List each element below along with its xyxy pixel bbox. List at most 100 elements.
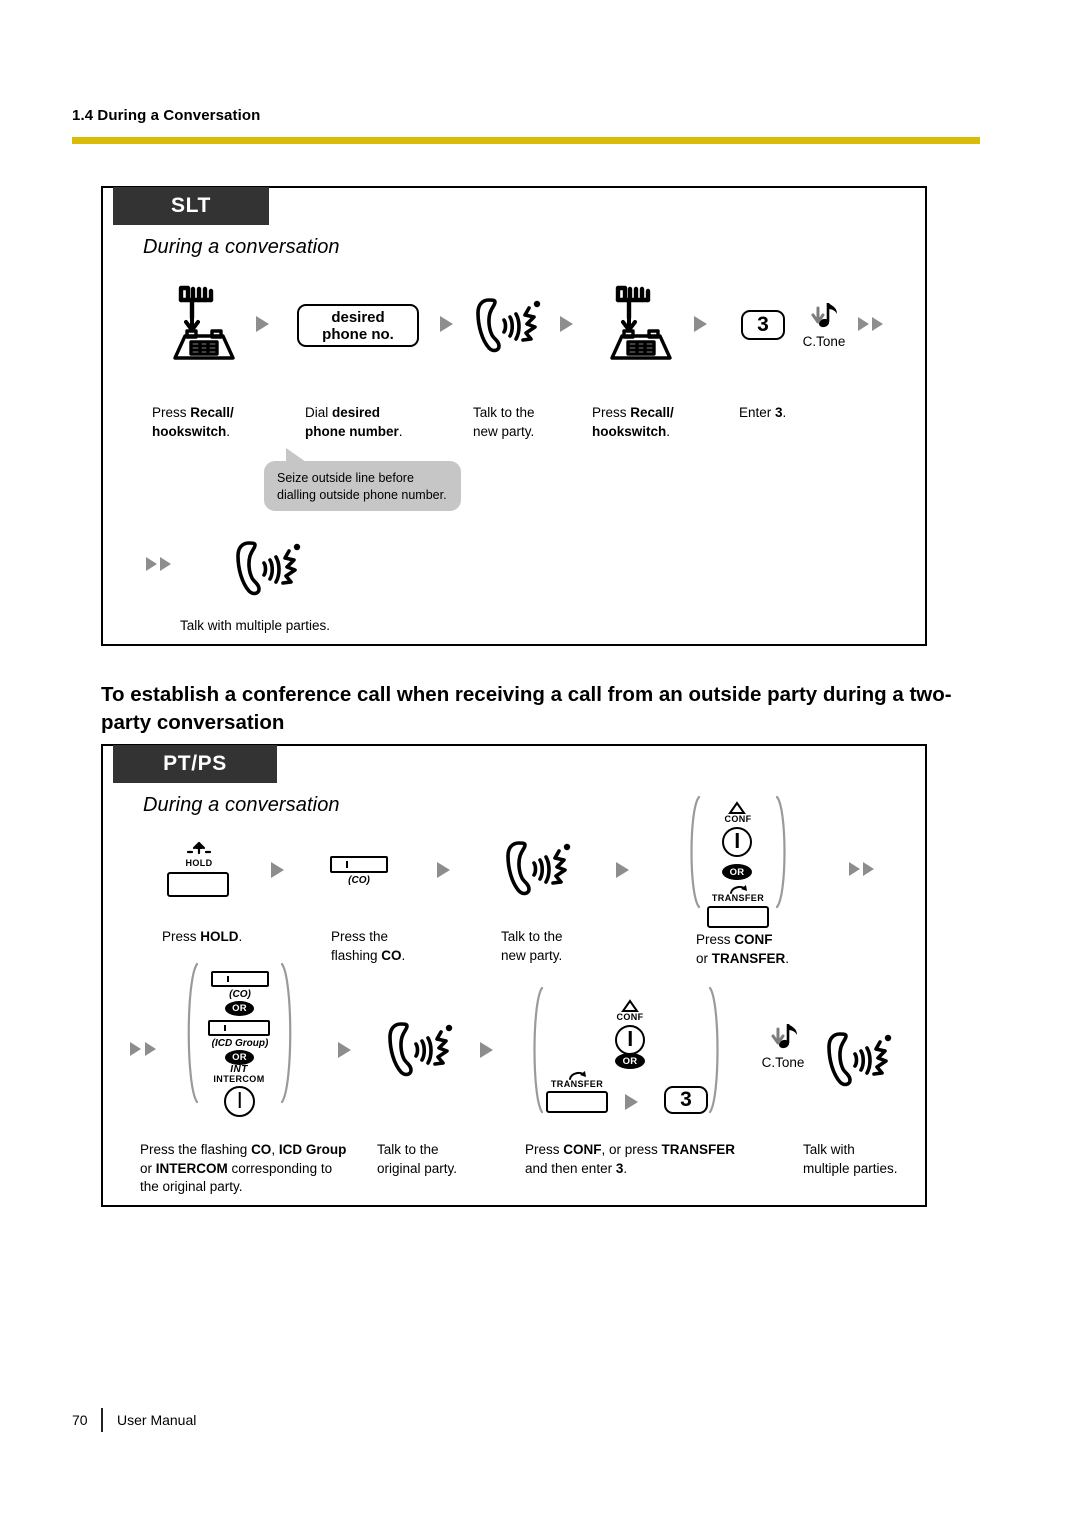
cap-line: phone number. (305, 423, 403, 439)
or-separator-1: OR (722, 864, 752, 880)
conf-triangle-icon (728, 801, 746, 814)
cap-line: new party. (501, 947, 563, 963)
key-line-2: phone no. (322, 325, 394, 343)
cap-line: Press the flashing CO, ICD Group (140, 1142, 347, 1157)
key-line-1: desired (331, 308, 385, 326)
pt2-arrow-1 (338, 1042, 351, 1058)
pt-caption-4: Press CONF or TRANSFER. (696, 931, 876, 968)
or-separator-2: OR (225, 1001, 254, 1016)
cap-line: the original party. (140, 1179, 243, 1194)
cap-line: Press the (331, 929, 389, 944)
conf-button-2[interactable] (615, 1025, 645, 1055)
c-tone-label-2: C.Tone (761, 1055, 805, 1070)
cap-line: new party. (473, 423, 535, 439)
section-heading: To establish a conference call when rece… (101, 683, 952, 734)
cap-line: Press CONF, or press TRANSFER (525, 1142, 736, 1157)
cap-line: Talk to the (501, 929, 563, 944)
cap-line: or TRANSFER. (696, 950, 790, 966)
cap-line: and then enter 3. (525, 1160, 628, 1176)
ptps-subtitle: During a conversation (143, 794, 340, 816)
conf-key-label: CONF (724, 814, 752, 824)
transfer-button[interactable] (707, 906, 769, 928)
pt-arrow-4a (849, 862, 860, 876)
slt-caption-5: Enter 3. (739, 404, 869, 423)
slt-caption-4: Press Recall/ hookswitch. (592, 404, 732, 441)
pt2-arrow-3 (625, 1094, 638, 1110)
cap-line: Talk to the (377, 1142, 439, 1157)
talk-icon (476, 298, 541, 353)
pt2-caption-3: Press CONF, or press TRANSFER and then e… (525, 1141, 795, 1178)
slt-caption-1: Press Recall/ hookswitch. (152, 404, 292, 441)
cap-line: or INTERCOM corresponding to (140, 1160, 333, 1176)
slt-caption-2: Dial desired phone number. (305, 404, 465, 441)
arrow-final-b (160, 557, 171, 571)
arrow-1 (256, 316, 269, 332)
manual-page: 1.4 During a Conversation SLT During a c… (0, 0, 1080, 1528)
tone-note-icon-2 (771, 1024, 797, 1049)
pt-arrow-3 (616, 862, 629, 878)
talk-icon-3 (236, 541, 301, 596)
cap-line: Talk with (803, 1142, 855, 1157)
pt2-caption-4: Talk with multiple parties. (803, 1141, 953, 1178)
slt-caption-3: Talk to the new party. (473, 404, 603, 441)
pt-arrow-1 (271, 862, 284, 878)
pt2-arrow-2 (480, 1042, 493, 1058)
pt-caption-2: Press the flashing CO. (331, 928, 481, 965)
transfer-key-label: TRANSFER (711, 893, 765, 903)
arrow-3 (560, 316, 573, 332)
transfer-button-2[interactable] (546, 1091, 608, 1113)
talk-icon-5 (388, 1022, 453, 1077)
digit-key-3: 3 (741, 310, 785, 340)
cap-line: multiple parties. (803, 1160, 898, 1176)
icd-group-key-label: (ICD Group) (211, 1038, 269, 1049)
cap-line: Press CONF (696, 932, 773, 947)
icd-group-button[interactable] (208, 1020, 270, 1036)
co-key-label-2: (CO) (229, 989, 251, 1000)
pt2-caption-2: Talk to the original party. (377, 1141, 517, 1178)
co-key-label: (CO) (348, 875, 370, 886)
running-head: 1.4 During a Conversation (72, 107, 261, 124)
arrow-final-a (146, 557, 157, 571)
callout-bubble: Seize outside line before dialling outsi… (264, 448, 461, 511)
hold-button[interactable] (167, 872, 229, 897)
talk-icon-4 (506, 841, 571, 896)
cap-line: Press HOLD. (162, 929, 243, 944)
cap-line: original party. (377, 1160, 458, 1176)
co-button[interactable] (330, 856, 388, 873)
transfer-key-label-2: TRANSFER (550, 1079, 604, 1089)
ptps-tab: PT/PS (113, 745, 277, 783)
pt-caption-1: Press HOLD. (162, 928, 312, 947)
or-separator-4: OR (615, 1053, 645, 1069)
header-accent-rule (72, 137, 980, 144)
hookswitch-icon (173, 285, 235, 360)
callout-line-2: dialling outside phone number. (277, 488, 447, 502)
hookswitch-icon-2 (610, 285, 672, 360)
conf-button[interactable] (722, 827, 752, 857)
pt-arrow-4b (863, 862, 874, 876)
co-button-2[interactable] (211, 971, 269, 987)
cap-line: flashing CO. (331, 947, 406, 963)
cap-line: Enter 3. (739, 405, 787, 420)
manual-label: User Manual (117, 1412, 197, 1428)
pt-caption-3: Talk to the new party. (501, 928, 651, 965)
cap-line: Press Recall/ (152, 405, 234, 420)
cap-line: Dial desired (305, 405, 381, 420)
pt2-arrow-0a (130, 1042, 141, 1056)
slt-subtitle: During a conversation (143, 236, 340, 258)
callout-tail (286, 448, 306, 462)
pt-arrow-2 (437, 862, 450, 878)
or-separator-3: OR (225, 1050, 254, 1065)
cap-line: Press Recall/ (592, 405, 674, 420)
slt-tab: SLT (113, 187, 269, 225)
intercom-button[interactable] (224, 1086, 255, 1117)
conf-key-label-2: CONF (616, 1012, 644, 1022)
c-tone-label: C.Tone (802, 334, 846, 349)
slt-final-caption: Talk with multiple parties. (180, 618, 331, 633)
arrow-5b (872, 317, 883, 331)
conf-triangle-icon-2 (621, 999, 639, 1012)
cap-line: hookswitch. (152, 423, 231, 439)
digit-key-3-b: 3 (664, 1086, 708, 1114)
hold-arrow-icon (186, 841, 212, 855)
page-number: 70 (72, 1412, 88, 1428)
arrow-4 (694, 316, 707, 332)
